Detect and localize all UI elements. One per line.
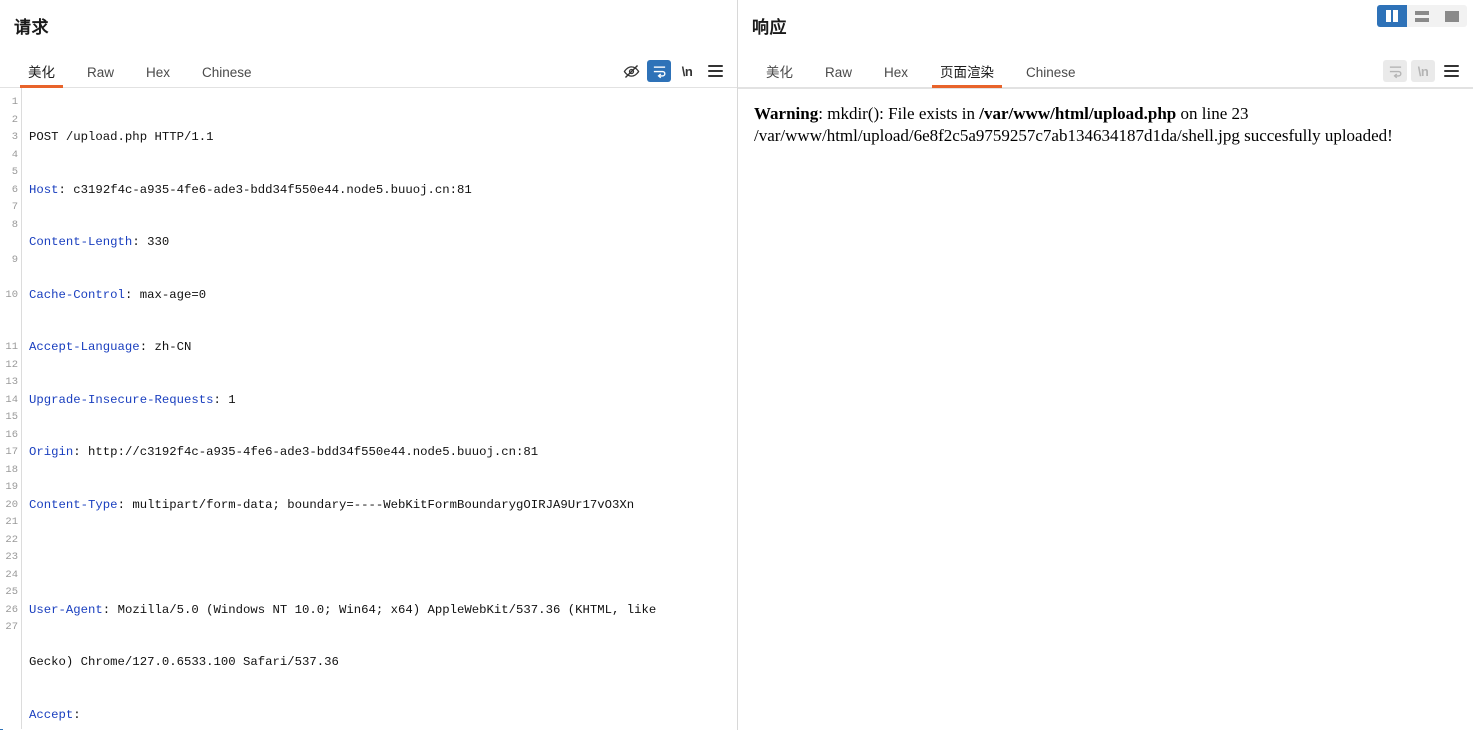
line-number: 3 (11, 131, 18, 143)
response-title: 响应 (752, 18, 787, 37)
line-number: 19 (5, 481, 18, 493)
hide-icon[interactable] (619, 60, 643, 82)
request-code[interactable]: POST /upload.php HTTP/1.1 Host: c3192f4c… (22, 88, 737, 729)
horizontal-split-icon (1415, 10, 1429, 22)
request-pane: 请求 美化 Raw Hex Chinese \n 1 2 3 4 5 6 7 8… (0, 0, 738, 730)
layout-horizontal-split-button[interactable] (1407, 5, 1437, 27)
code-line: Origin: http://c3192f4c-a935-4fe6-ade3-b… (29, 445, 539, 459)
line-number: 21 (5, 516, 18, 528)
tab-response-render[interactable]: 页面渲染 (924, 65, 1010, 88)
line-number: 12 (5, 358, 18, 371)
line-number: 4 (11, 148, 18, 161)
line-number: 25 (5, 586, 18, 598)
response-pane: 响应 美化 Raw Hex 页面渲染 Chinese \n Warning: m… (738, 0, 1473, 730)
single-pane-icon (1445, 10, 1459, 22)
burp-request-response-viewer: 请求 美化 Raw Hex Chinese \n 1 2 3 4 5 6 7 8… (0, 0, 1473, 730)
vertical-split-icon (1386, 10, 1398, 22)
line-number: 14 (5, 393, 18, 406)
response-toolbar: \n (1383, 60, 1463, 82)
upload-file-name: /shell.jpg (1177, 126, 1240, 145)
request-title: 请求 (14, 18, 49, 37)
request-editor[interactable]: 1 2 3 4 5 6 7 8 9 10 11 12 13 14 15 16 1… (0, 88, 737, 729)
code-line: Upgrade-Insecure-Requests: 1 (29, 392, 236, 407)
upload-path-prefix: /var/www/html/upload/ (754, 126, 914, 145)
newline-icon[interactable]: \n (675, 60, 699, 82)
code-line: Host: c3192f4c-a935-4fe6-ade3-bdd34f550e… (29, 182, 472, 197)
menu-icon[interactable] (703, 60, 727, 82)
line-number: 13 (5, 376, 18, 388)
request-header: 请求 (0, 0, 737, 56)
rendered-html-content: Warning: mkdir(): File exists in /var/ww… (754, 103, 1457, 147)
line-number: 18 (5, 463, 18, 476)
tab-request-raw[interactable]: Raw (71, 65, 130, 87)
tab-response-chinese[interactable]: Chinese (1010, 65, 1092, 87)
upload-path-hash: 6e8f2c5a9759257c7ab134634187d1da (913, 126, 1178, 145)
upload-status-text: succesfully uploaded! (1239, 126, 1393, 145)
line-number: 22 (5, 533, 18, 546)
response-tabbar: 美化 Raw Hex 页面渲染 Chinese \n (738, 56, 1473, 88)
newline-glyph: \n (1417, 63, 1429, 79)
warning-file-path: /var/www/html/upload.php (979, 104, 1177, 123)
newline-glyph: \n (681, 63, 693, 79)
response-render-view: Warning: mkdir(): File exists in /var/ww… (738, 88, 1473, 729)
layout-vertical-split-button[interactable] (1377, 5, 1407, 27)
line-number: 15 (5, 411, 18, 423)
code-line: User-Agent: Mozilla/5.0 (Windows NT 10.0… (29, 602, 657, 617)
line-number: 11 (5, 341, 18, 353)
line-number: 27 (5, 621, 18, 633)
word-wrap-icon (1383, 60, 1407, 82)
hamburger-glyph (1443, 65, 1459, 77)
line-number: 8 (11, 218, 18, 231)
request-line: POST /upload.php HTTP/1.1 (29, 130, 214, 144)
tab-request-chinese[interactable]: Chinese (186, 65, 268, 87)
tab-response-hex[interactable]: Hex (868, 65, 924, 87)
line-number: 9 (11, 253, 18, 266)
request-toolbar: \n (619, 60, 727, 82)
line-number: 1 (11, 96, 18, 108)
layout-switch (1377, 5, 1467, 27)
line-number: 10 (5, 288, 18, 301)
word-wrap-icon[interactable] (647, 60, 671, 82)
warning-message: : mkdir(): File exists in (818, 104, 980, 123)
response-header: 响应 (738, 0, 1473, 56)
code-line: Cache-Control: max-age=0 (29, 287, 207, 302)
tab-request-hex[interactable]: Hex (130, 65, 186, 87)
tab-response-raw[interactable]: Raw (809, 65, 868, 87)
code-line: Accept: (29, 707, 81, 722)
code-line: POST /upload.php HTTP/1.1 (29, 129, 737, 147)
line-number: 23 (5, 551, 18, 563)
warning-label: Warning (754, 104, 819, 123)
line-number: 5 (11, 166, 18, 178)
line-number: 2 (11, 113, 18, 126)
line-number: 6 (11, 183, 18, 196)
line-number: 26 (5, 603, 18, 616)
request-tabbar: 美化 Raw Hex Chinese \n (0, 56, 737, 88)
hamburger-glyph (707, 65, 723, 77)
line-number: 17 (5, 446, 18, 458)
tab-response-beautify[interactable]: 美化 (750, 65, 809, 87)
code-line: Accept-Language: zh-CN (29, 340, 192, 354)
line-number: 7 (11, 201, 18, 213)
code-line: Content-Length: 330 (29, 235, 170, 249)
newline-icon: \n (1411, 60, 1435, 82)
menu-icon[interactable] (1439, 60, 1463, 82)
line-number: 20 (5, 498, 18, 511)
code-line: Content-Type: multipart/form-data; bound… (29, 497, 635, 512)
code-line-wrap: Gecko) Chrome/127.0.6533.100 Safari/537.… (29, 655, 339, 669)
line-number: 24 (5, 568, 18, 581)
layout-single-pane-button[interactable] (1437, 5, 1467, 27)
tab-request-beautify[interactable]: 美化 (12, 65, 71, 88)
request-line-gutter: 1 2 3 4 5 6 7 8 9 10 11 12 13 14 15 16 1… (0, 88, 22, 729)
line-number: 16 (5, 428, 18, 441)
warning-line-number: on line 23 (1176, 104, 1249, 123)
